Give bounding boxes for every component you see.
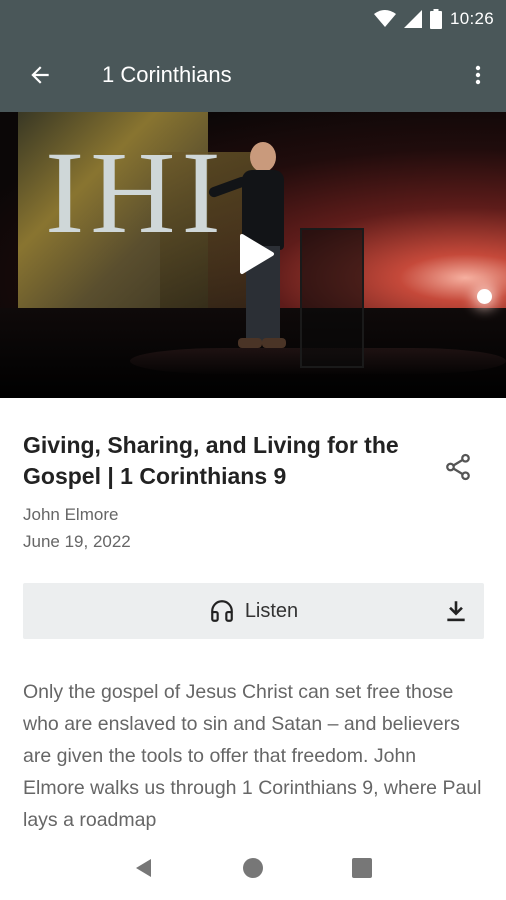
stage-light	[477, 289, 492, 304]
download-icon	[447, 601, 465, 622]
speaker-name: John Elmore	[23, 505, 119, 524]
clock: 10:26	[449, 9, 494, 28]
video-player[interactable]: IHI	[0, 112, 506, 398]
share-icon	[446, 453, 470, 481]
listen-bar: Listen	[23, 583, 484, 639]
more-menu-button[interactable]	[450, 38, 506, 112]
screen-letters: IHI	[45, 127, 227, 258]
sermon-description: Only the gospel of Jesus Christ can set …	[23, 681, 482, 831]
listen-button[interactable]: Listen	[209, 598, 298, 624]
system-nav-bar	[0, 836, 506, 900]
more-vert-icon	[475, 65, 481, 85]
download-button[interactable]	[442, 597, 470, 625]
status-bar: 10:26	[0, 0, 506, 38]
back-button[interactable]	[0, 38, 80, 112]
signal-icon	[403, 10, 422, 28]
share-button[interactable]	[440, 449, 476, 485]
sermon-title: Giving, Sharing, and Living for the Gosp…	[23, 432, 399, 489]
nav-back-button[interactable]	[124, 848, 164, 888]
back-triangle-icon	[136, 859, 152, 877]
nav-home-button[interactable]	[233, 848, 273, 888]
battery-icon	[429, 9, 442, 29]
page-title: 1 Corinthians	[102, 62, 232, 87]
nav-recents-button[interactable]	[342, 848, 382, 888]
sermon-date: June 19, 2022	[23, 532, 131, 551]
play-icon	[240, 234, 274, 274]
recents-square-icon	[351, 858, 372, 878]
listen-label: Listen	[244, 599, 299, 622]
home-circle-icon	[242, 858, 263, 878]
headphones-icon	[210, 600, 233, 622]
app-bar: 1 Corinthians	[0, 38, 506, 112]
arrow-left-icon	[31, 66, 49, 84]
wifi-icon	[373, 10, 396, 28]
play-button[interactable]	[226, 224, 286, 284]
lectern	[300, 228, 364, 368]
